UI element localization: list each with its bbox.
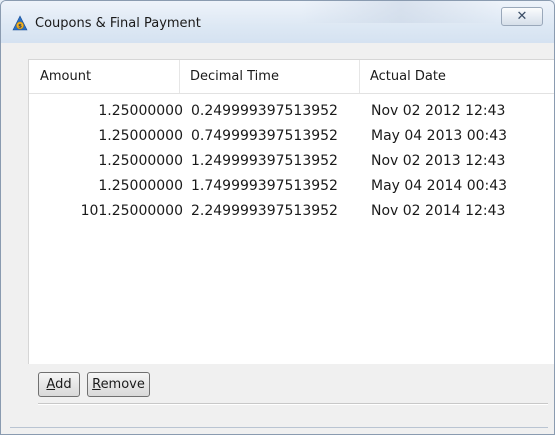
- table-header: Amount Decimal Time Actual Date: [29, 60, 554, 94]
- amount-cell: 1.25000000: [98, 128, 183, 144]
- decimal-time-cell: 0.249999397513952: [191, 103, 338, 119]
- separator-highlight: [38, 404, 548, 405]
- decimal-time-cell: 1.249999397513952: [191, 153, 338, 169]
- svg-text:$: $: [18, 24, 22, 30]
- remove-button[interactable]: Remove: [87, 372, 150, 397]
- decimal-time-cell: 0.749999397513952: [191, 128, 338, 144]
- actual-date-cell: Nov 02 2013 12:43: [371, 153, 506, 169]
- add-button[interactable]: Add: [38, 372, 80, 397]
- column-header-actual-date[interactable]: Actual Date: [370, 69, 446, 84]
- window-bottom-border: [10, 427, 548, 428]
- add-mnemonic: A: [46, 377, 56, 392]
- column-divider[interactable]: [179, 60, 180, 93]
- close-icon: ✕: [516, 9, 528, 24]
- close-button[interactable]: ✕: [501, 7, 543, 26]
- dialog-window: $ Coupons & Final Payment ✕ Amount Decim…: [0, 0, 555, 435]
- column-header-amount[interactable]: Amount: [40, 69, 91, 84]
- coupons-table[interactable]: Amount Decimal Time Actual Date 1.250000…: [28, 59, 554, 364]
- actual-date-cell: May 04 2013 00:43: [371, 128, 508, 144]
- remove-mnemonic: R: [92, 377, 101, 392]
- table-row[interactable]: 1.25000000 1.249999397513952 Nov 02 2013…: [29, 150, 554, 175]
- table-row[interactable]: 1.25000000 1.749999397513952 May 04 2014…: [29, 175, 554, 200]
- remove-label: emove: [100, 377, 145, 392]
- decimal-time-cell: 2.249999397513952: [191, 203, 338, 219]
- title-bar[interactable]: $ Coupons & Final Payment ✕: [1, 1, 554, 43]
- amount-cell: 1.25000000: [98, 153, 183, 169]
- table-row[interactable]: 101.25000000 2.249999397513952 Nov 02 20…: [29, 200, 554, 225]
- column-header-decimal-time[interactable]: Decimal Time: [190, 69, 279, 84]
- decimal-time-cell: 1.749999397513952: [191, 178, 338, 194]
- add-label: dd: [55, 377, 72, 392]
- column-divider[interactable]: [359, 60, 360, 93]
- amount-cell: 1.25000000: [98, 178, 183, 194]
- table-row[interactable]: 1.25000000 0.249999397513952 Nov 02 2012…: [29, 100, 554, 125]
- actual-date-cell: Nov 02 2012 12:43: [371, 103, 506, 119]
- window-title: Coupons & Final Payment: [35, 16, 201, 31]
- actual-date-cell: May 04 2014 00:43: [371, 178, 508, 194]
- app-logo-icon: $: [12, 15, 28, 31]
- actual-date-cell: Nov 02 2014 12:43: [371, 203, 506, 219]
- amount-cell: 101.25000000: [80, 203, 183, 219]
- table-row[interactable]: 1.25000000 0.749999397513952 May 04 2013…: [29, 125, 554, 150]
- amount-cell: 1.25000000: [98, 103, 183, 119]
